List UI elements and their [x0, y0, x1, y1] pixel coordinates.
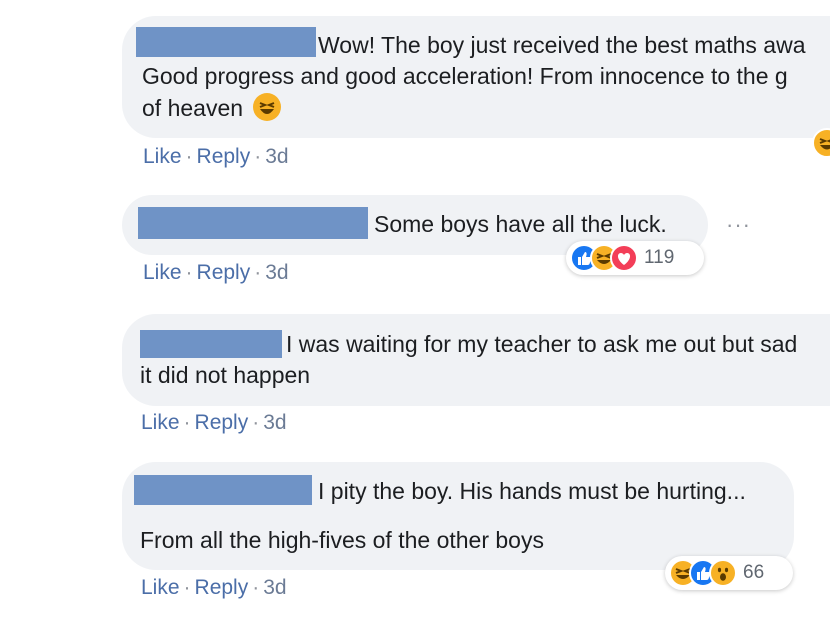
reply-link[interactable]: Reply	[195, 576, 249, 599]
comment-actions: Like · Reply · 3d	[143, 261, 289, 285]
haha-reaction-icon[interactable]	[812, 128, 830, 158]
comment-actions: Like · Reply · 3d	[141, 576, 287, 600]
haha-emoji-icon	[253, 93, 282, 121]
like-link[interactable]: Like	[143, 145, 182, 168]
like-link[interactable]: Like	[143, 261, 182, 284]
separator: ·	[185, 145, 193, 168]
comment-actions: Like · Reply · 3d	[141, 411, 287, 435]
comment-text-line: I pity the boy. His hands must be hurtin…	[318, 478, 746, 504]
comment-text-line: Wow! The boy just received the best math…	[318, 32, 806, 58]
comment-text-line: it did not happen	[140, 362, 311, 388]
wow-reaction-icon	[709, 559, 737, 587]
separator: ·	[252, 411, 260, 434]
reply-link[interactable]: Reply	[195, 411, 249, 434]
comment-text-line: Some boys have all the luck.	[374, 211, 667, 237]
comment-thread: Wow! The boy just received the best math…	[0, 0, 830, 622]
comment-text: of heaven	[142, 95, 244, 121]
love-reaction-icon	[610, 244, 638, 272]
comment-text-line: I was waiting for my teacher to ask me o…	[286, 331, 798, 357]
redacted-author-name[interactable]	[136, 27, 316, 57]
comment-timestamp[interactable]: 3d	[263, 411, 286, 434]
comment-timestamp[interactable]: 3d	[263, 576, 286, 599]
comment-bubble: Wow! The boy just received the best math…	[122, 16, 830, 138]
separator: ·	[183, 576, 191, 599]
redacted-author-name[interactable]	[140, 330, 282, 358]
like-link[interactable]: Like	[141, 411, 180, 434]
comment-timestamp[interactable]: 3d	[265, 261, 288, 284]
separator: ·	[183, 411, 191, 434]
comment-bubble: I pity the boy. His hands must be hurtin…	[122, 462, 794, 570]
reply-link[interactable]: Reply	[197, 145, 251, 168]
comment-bubble: I was waiting for my teacher to ask me o…	[122, 314, 830, 406]
reaction-summary[interactable]: 66	[665, 556, 793, 590]
more-options-icon[interactable]: ···	[726, 212, 751, 238]
like-link[interactable]: Like	[141, 576, 180, 599]
separator: ·	[185, 261, 193, 284]
reply-link[interactable]: Reply	[197, 261, 251, 284]
separator: ·	[254, 145, 262, 168]
separator: ·	[254, 261, 262, 284]
comment-timestamp[interactable]: 3d	[265, 145, 288, 168]
comment-actions: Like · Reply · 3d	[143, 145, 289, 169]
reaction-count: 119	[644, 247, 675, 268]
redacted-author-name[interactable]	[138, 207, 368, 239]
reaction-summary[interactable]: 119	[566, 241, 704, 275]
separator: ·	[252, 576, 260, 599]
comment-text-line: of heaven	[142, 93, 282, 124]
reaction-count: 66	[743, 562, 765, 583]
comment-text-line: Good progress and good acceleration! Fro…	[142, 63, 788, 89]
redacted-author-name[interactable]	[134, 475, 312, 505]
comment-text-line: From all the high-fives of the other boy…	[140, 527, 544, 553]
